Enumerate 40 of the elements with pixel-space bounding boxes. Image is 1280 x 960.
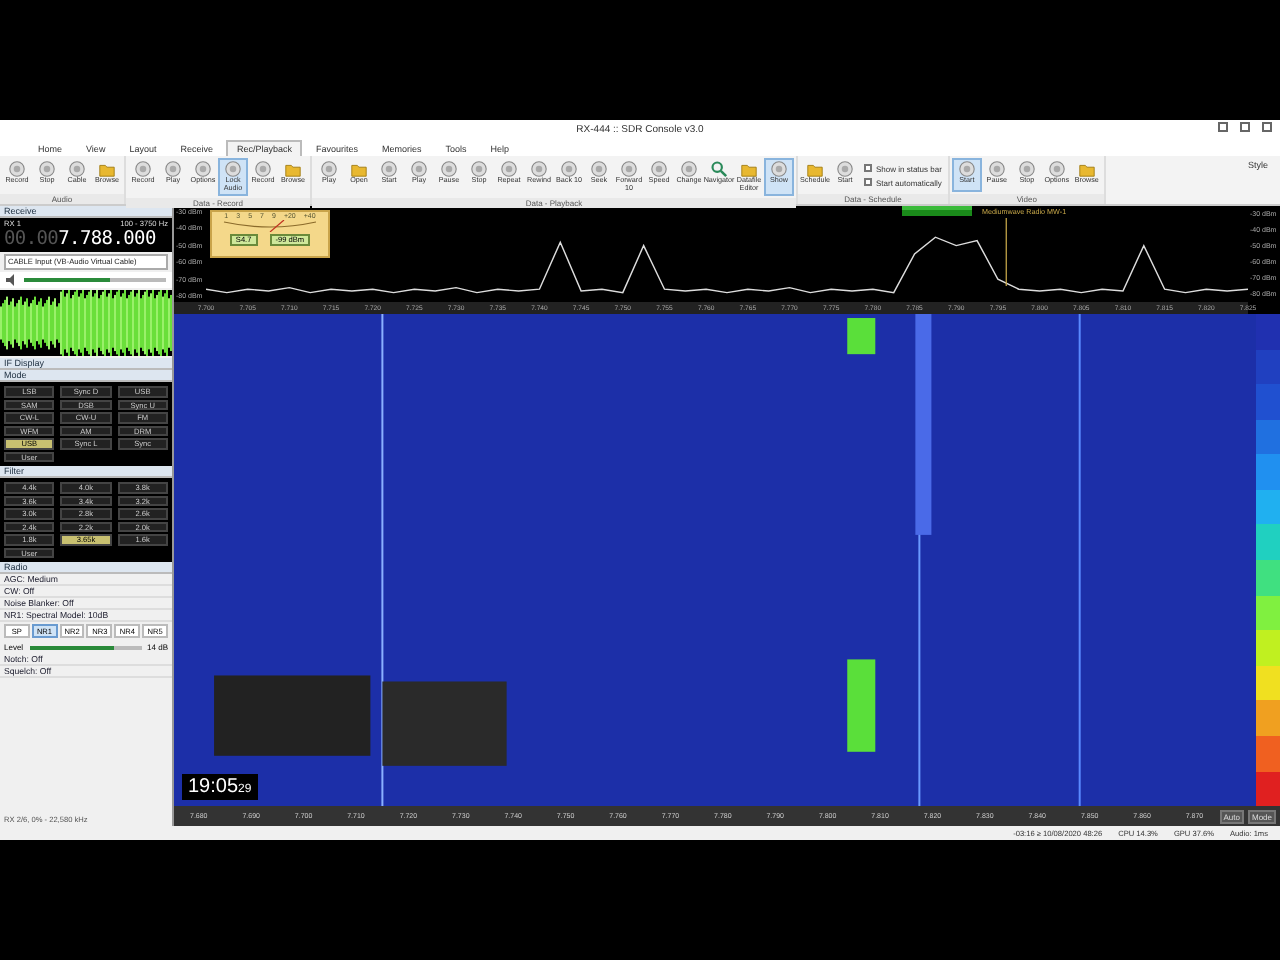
meter-needle-drawing	[220, 220, 320, 232]
circle-icon	[68, 160, 86, 178]
circle-icon	[836, 160, 854, 178]
folder-icon	[740, 160, 758, 178]
circle-icon	[470, 160, 488, 178]
circle-icon	[194, 160, 212, 178]
circle-icon	[164, 160, 182, 178]
folder-icon	[98, 160, 116, 178]
circle-icon	[560, 160, 578, 178]
circle-icon	[957, 160, 976, 178]
folder-icon	[1077, 160, 1096, 178]
circle-icon	[680, 160, 698, 178]
circle-icon	[254, 160, 272, 178]
marker-line	[1005, 217, 1007, 287]
circle-icon	[8, 160, 26, 178]
speaker-icon	[6, 274, 18, 286]
circle-icon	[1017, 160, 1036, 178]
circle-icon	[987, 160, 1006, 178]
folder-icon	[284, 160, 302, 178]
circle-icon	[620, 160, 638, 178]
search-icon	[710, 160, 728, 178]
frequency-display[interactable]: 00.007.788.000	[4, 228, 168, 250]
circle-icon	[38, 160, 56, 178]
circle-icon	[320, 160, 338, 178]
circle-icon	[500, 160, 518, 178]
circle-icon	[380, 160, 398, 178]
circle-icon	[224, 160, 242, 178]
folder-icon	[806, 160, 824, 178]
circle-icon	[410, 160, 428, 178]
checkbox[interactable]	[864, 164, 872, 172]
circle-icon	[440, 160, 458, 178]
maximize-icon[interactable]	[1240, 122, 1250, 132]
circle-icon	[770, 160, 788, 178]
circle-icon	[134, 160, 152, 178]
circle-icon	[530, 160, 548, 178]
folder-icon	[350, 160, 368, 178]
checkbox[interactable]	[864, 178, 872, 186]
circle-icon	[650, 160, 668, 178]
circle-icon	[590, 160, 608, 178]
circle-icon	[1047, 160, 1066, 178]
